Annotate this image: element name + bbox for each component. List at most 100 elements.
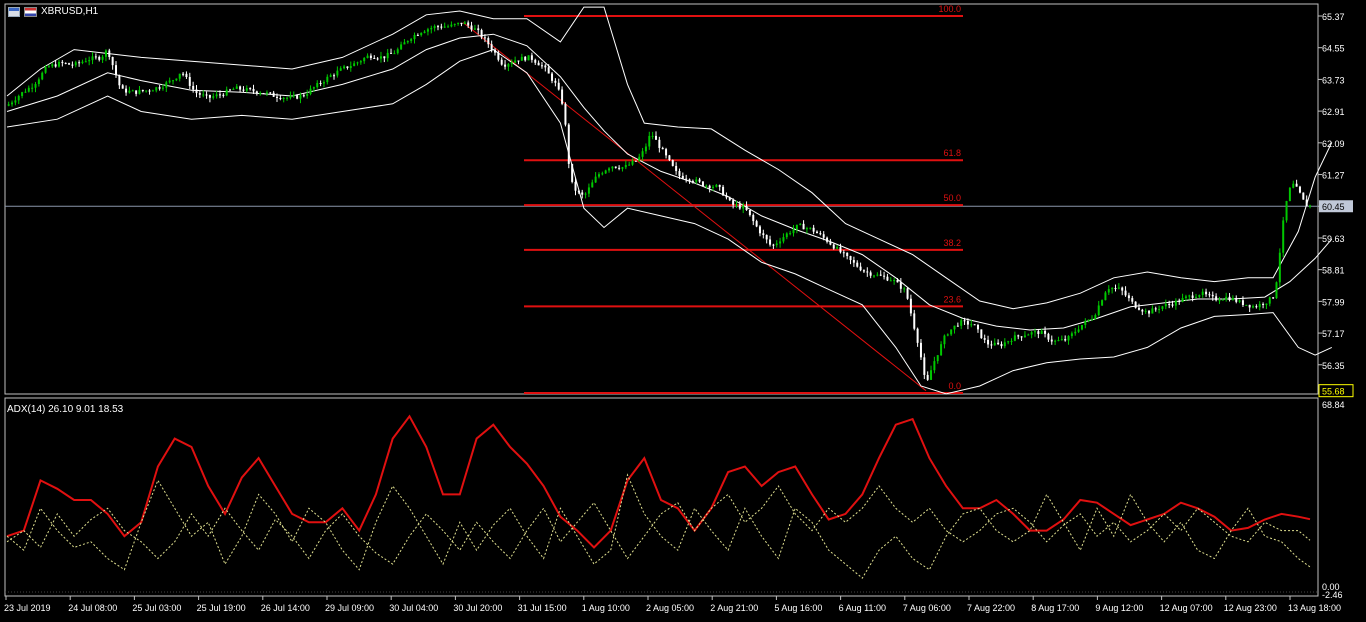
candle-body xyxy=(420,32,423,36)
time-tick-label: 7 Aug 06:00 xyxy=(903,603,951,613)
candle-body xyxy=(866,271,869,273)
candle-body xyxy=(551,73,554,81)
candle-body xyxy=(436,26,439,28)
candle-body xyxy=(477,28,480,31)
candle-body xyxy=(192,85,195,90)
candle-body xyxy=(829,241,832,245)
candle-body xyxy=(1194,296,1197,298)
candle-body xyxy=(460,22,463,25)
candle-body xyxy=(1117,287,1120,289)
candle-body xyxy=(1302,192,1305,200)
candle-body xyxy=(379,56,382,59)
candle-body xyxy=(631,160,634,165)
candle-body xyxy=(430,28,433,30)
candle-body xyxy=(7,104,10,106)
candle-body xyxy=(403,42,406,45)
candle-body xyxy=(262,93,265,95)
candle-body xyxy=(1144,310,1147,312)
candle-body xyxy=(463,22,466,25)
candle-body xyxy=(161,87,164,89)
candle-body xyxy=(896,280,899,283)
time-tick-label: 9 Aug 12:00 xyxy=(1095,603,1143,613)
chart-window-icon[interactable] xyxy=(8,6,20,17)
time-tick-label: 6 Aug 11:00 xyxy=(839,603,886,613)
candle-body xyxy=(225,89,228,96)
price-pane: 100.0 61.8 50.0 38.2 23.6 0.0 xyxy=(5,4,1333,395)
candle-body xyxy=(805,228,808,230)
candle-body xyxy=(916,328,919,343)
candle-body xyxy=(1037,331,1040,334)
candle-body xyxy=(809,227,812,229)
candle-body xyxy=(84,61,87,63)
chart-title: XBRUSD,H1 xyxy=(8,6,98,17)
candle-body xyxy=(141,89,144,91)
candle-body xyxy=(765,234,768,240)
fib-level-label: 100.0 xyxy=(938,4,961,14)
candle-body xyxy=(987,339,990,345)
adx-line-minus_di xyxy=(6,485,1311,565)
candle-body xyxy=(359,61,362,63)
candle-body xyxy=(282,97,285,99)
candle-body xyxy=(530,55,533,60)
trading-chart[interactable]: 100.0 61.8 50.0 38.2 23.6 0.0 65.37 64.55 63.73… xyxy=(0,0,1366,622)
candle-body xyxy=(115,65,118,76)
time-tick-label: 31 Jul 15:00 xyxy=(518,603,567,613)
candle-body xyxy=(363,58,366,62)
candle-body xyxy=(1288,187,1291,201)
candle-body xyxy=(577,190,580,193)
candle-body xyxy=(21,92,24,96)
candle-body xyxy=(135,90,138,94)
candle-body xyxy=(272,92,275,97)
candle-body xyxy=(564,103,567,125)
candle-body xyxy=(1013,335,1016,341)
price-tick-label: 63.73 xyxy=(1322,75,1345,85)
candle-body xyxy=(950,329,953,335)
candle-body xyxy=(1221,299,1224,301)
candle-body xyxy=(309,88,312,94)
candle-body xyxy=(802,223,805,230)
candle-body xyxy=(1047,333,1050,340)
candle-body xyxy=(1017,335,1020,337)
candle-body xyxy=(1208,294,1211,296)
candle-body xyxy=(779,241,782,244)
candle-body xyxy=(1020,336,1023,338)
candle-body xyxy=(889,280,892,282)
candle-body xyxy=(440,26,443,28)
candle-body xyxy=(383,56,386,59)
time-tick-label: 8 Aug 17:00 xyxy=(1031,603,1079,613)
candle-body xyxy=(1151,308,1154,314)
candle-body xyxy=(869,272,872,276)
candle-body xyxy=(265,92,268,94)
time-tick-label: 30 Jul 20:00 xyxy=(453,603,502,613)
candle-body xyxy=(836,247,839,249)
candle-body xyxy=(242,89,245,91)
candle-body xyxy=(789,233,792,235)
candle-body xyxy=(37,79,40,85)
candle-body xyxy=(175,78,178,81)
candle-body xyxy=(1030,332,1033,335)
bollinger-lower xyxy=(6,49,1333,395)
candle-body xyxy=(24,91,27,93)
candle-body xyxy=(913,313,916,329)
candle-body xyxy=(1074,331,1077,334)
candle-body xyxy=(604,170,607,174)
candle-body xyxy=(339,68,342,71)
candle-body xyxy=(966,321,969,325)
candle-body xyxy=(64,62,67,64)
candle-body xyxy=(1298,186,1301,193)
candle-body xyxy=(1171,304,1174,306)
price-tick-label: 56.35 xyxy=(1322,361,1345,371)
candle-body xyxy=(671,160,674,166)
candle-body xyxy=(239,86,242,90)
candle-body xyxy=(1191,295,1194,298)
candle-body xyxy=(336,70,339,76)
time-tick-label: 12 Aug 07:00 xyxy=(1160,603,1213,613)
candle-body xyxy=(846,252,849,257)
candle-body xyxy=(732,200,735,205)
adx-tick-label: -2.46 xyxy=(1322,590,1343,600)
candle-body xyxy=(44,66,47,73)
candle-body xyxy=(1044,330,1047,334)
candle-body xyxy=(997,342,1000,345)
candle-body xyxy=(1231,298,1234,301)
candle-body xyxy=(644,146,647,152)
